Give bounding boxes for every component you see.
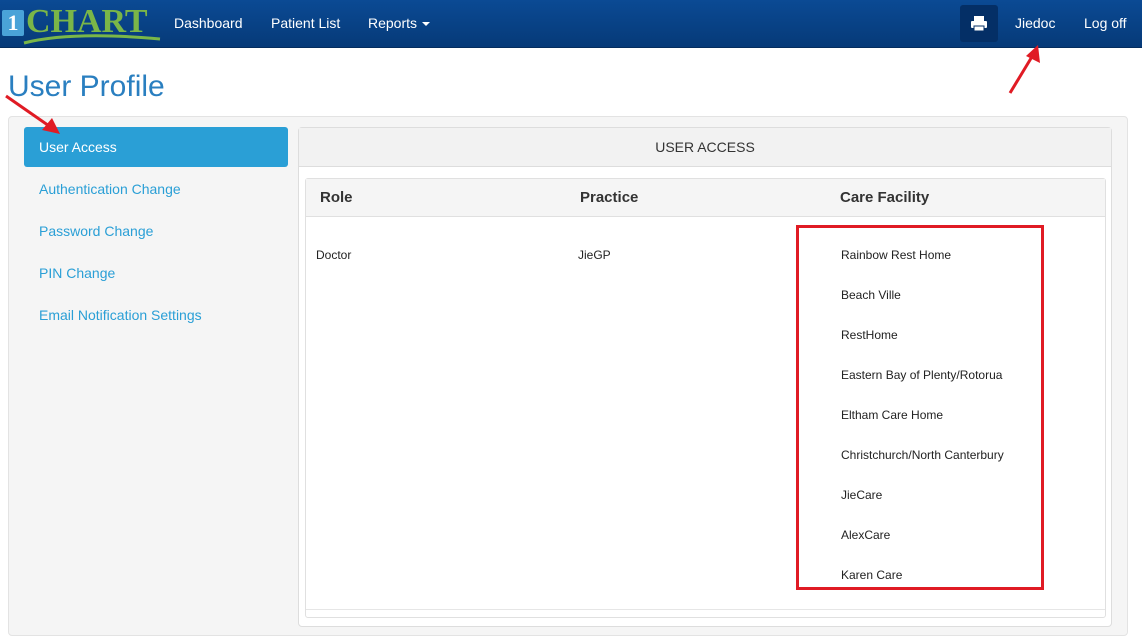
nav-dashboard[interactable]: Dashboard (174, 0, 243, 48)
table-header: Role Practice Care Facility (306, 179, 1105, 217)
logo-swoosh-icon (23, 34, 161, 45)
caret-down-icon (422, 22, 431, 27)
app-logo[interactable]: 1 CHART (0, 3, 161, 45)
column-header-practice: Practice (580, 189, 639, 206)
annotation-highlight-box (796, 225, 1044, 590)
nav-reports-label: Reports (368, 15, 418, 31)
logo-number: 1 (2, 10, 24, 36)
sidebar-item-authentication-change[interactable]: Authentication Change (24, 169, 288, 209)
top-navbar: 1 CHART Dashboard Patient List Reports J… (0, 0, 1142, 48)
print-button[interactable] (960, 5, 998, 42)
table-divider (306, 609, 1105, 610)
sidebar-item-pin-change[interactable]: PIN Change (24, 253, 288, 293)
sidebar-item-user-access[interactable]: User Access (24, 127, 288, 167)
cell-role: Doctor (316, 248, 352, 262)
logoff-link[interactable]: Log off (1084, 0, 1127, 48)
panel-heading: USER ACCESS (299, 128, 1111, 167)
sidebar-item-email-notification-settings[interactable]: Email Notification Settings (24, 295, 288, 335)
nav-patient-list[interactable]: Patient List (271, 0, 340, 48)
page-title: User Profile (8, 70, 165, 103)
user-name-link[interactable]: Jiedoc (1015, 0, 1055, 48)
sidebar-item-password-change[interactable]: Password Change (24, 211, 288, 251)
nav-reports[interactable]: Reports (368, 0, 431, 48)
printer-icon (971, 16, 987, 32)
column-header-care-facility: Care Facility (840, 189, 930, 206)
column-header-role: Role (320, 189, 353, 206)
cell-practice: JieGP (578, 248, 611, 262)
